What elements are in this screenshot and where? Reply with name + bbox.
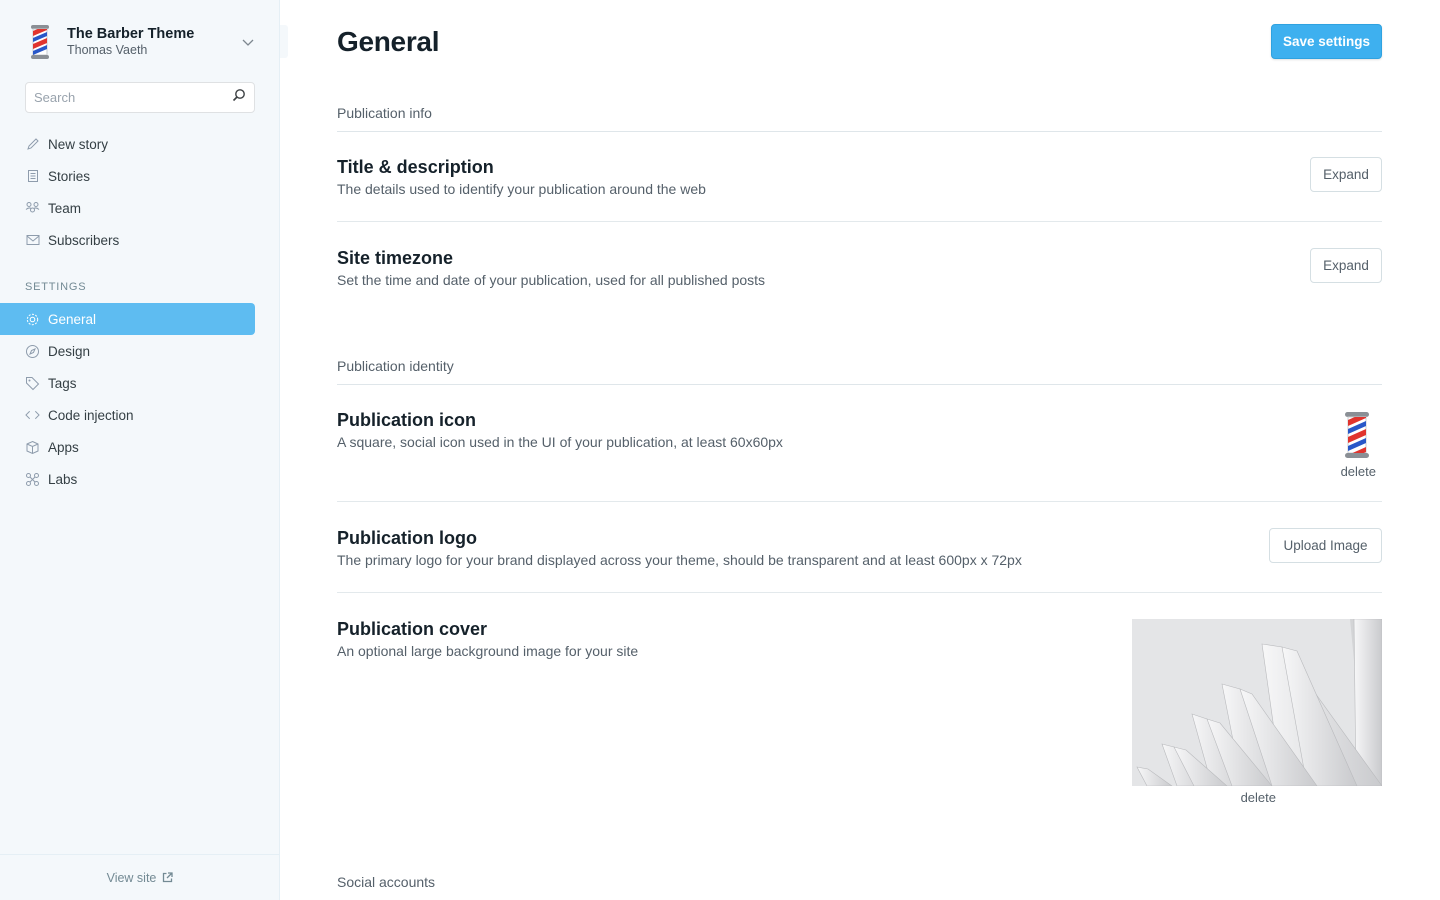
nav-item-subscribers[interactable]: Subscribers	[0, 224, 255, 256]
setting-title: Publication logo	[337, 528, 477, 548]
document-icon	[25, 169, 40, 184]
nav-label: Design	[48, 343, 91, 359]
search-box[interactable]	[25, 82, 255, 113]
publication-icon-image[interactable]	[1341, 411, 1373, 461]
search-input[interactable]	[34, 90, 232, 105]
gear-icon	[25, 312, 40, 327]
cover-image[interactable]	[1132, 619, 1382, 786]
setting-description: Set the time and date of your publicatio…	[337, 272, 766, 288]
setting-publication-logo: Publication logo The primary logo for yo…	[337, 528, 1382, 593]
user-name: Thomas Vaeth	[67, 43, 148, 57]
setting-title: Title & description	[337, 157, 494, 177]
compass-icon	[25, 344, 40, 359]
nav-item-apps[interactable]: Apps	[0, 431, 255, 463]
save-settings-button[interactable]: Save settings	[1271, 24, 1382, 59]
mail-icon	[25, 233, 40, 248]
nav-item-new-story[interactable]: New story	[0, 128, 255, 160]
sidebar-tab-stub	[280, 25, 288, 58]
nav-item-team[interactable]: Team	[0, 192, 255, 224]
box-icon	[25, 440, 40, 455]
nav-label: New story	[48, 136, 109, 152]
search-icon[interactable]	[232, 88, 246, 107]
setting-description: The details used to identify your public…	[337, 181, 706, 197]
view-site-link[interactable]: View site	[0, 854, 280, 900]
section-social-accounts: Social accounts	[337, 874, 1382, 900]
view-site-label: View site	[106, 870, 157, 885]
nav-item-design[interactable]: Design	[0, 335, 255, 367]
section-publication-info: Publication info	[337, 105, 1382, 132]
nav-label: Code injection	[48, 407, 134, 423]
nav-item-code-injection[interactable]: Code injection	[0, 399, 255, 431]
nav-label: Team	[48, 200, 82, 216]
pencil-icon	[25, 137, 40, 152]
nav-label: Labs	[48, 471, 78, 487]
main-nav: New story Stories Team Subscribers	[0, 128, 280, 256]
nav-item-general[interactable]: General	[0, 303, 255, 335]
expand-title-button[interactable]: Expand	[1310, 157, 1382, 192]
setting-title: Publication icon	[337, 410, 477, 430]
nav-label: Apps	[48, 439, 79, 455]
publication-title: The Barber Theme	[67, 26, 195, 42]
settings-nav: General Design Tags Code injection Apps …	[0, 303, 280, 495]
nav-label: Subscribers	[48, 232, 120, 248]
setting-timezone: Site timezone Set the time and date of y…	[337, 248, 1382, 308]
nav-item-labs[interactable]: Labs	[0, 463, 255, 495]
chevron-down-icon[interactable]	[241, 35, 255, 49]
code-icon	[25, 408, 40, 423]
setting-description: A square, social icon used in the UI of …	[337, 434, 783, 450]
team-icon	[25, 201, 40, 216]
nav-label: General	[48, 311, 97, 327]
settings-section-label: SETTINGS	[25, 281, 87, 293]
setting-title: Site timezone	[337, 248, 454, 268]
nav-item-tags[interactable]: Tags	[0, 367, 255, 399]
page-title: General	[337, 26, 440, 57]
delete-icon-link[interactable]: delete	[1341, 464, 1376, 479]
setting-description: An optional large background image for y…	[337, 643, 639, 659]
delete-cover-link[interactable]: delete	[1241, 790, 1276, 805]
section-publication-identity: Publication identity	[337, 358, 1382, 385]
expand-timezone-button[interactable]: Expand	[1310, 248, 1382, 283]
setting-title-description: Title & description The details used to …	[337, 157, 1382, 222]
nav-label: Stories	[48, 168, 91, 184]
main-content: General Save settings Publication info T…	[337, 0, 1382, 900]
setting-title: Publication cover	[337, 619, 488, 639]
external-link-icon	[162, 872, 174, 883]
barber-pole-icon	[25, 24, 57, 60]
tag-icon	[25, 376, 40, 391]
publication-switcher[interactable]: The Barber Theme Thomas Vaeth	[25, 22, 255, 62]
nav-item-stories[interactable]: Stories	[0, 160, 255, 192]
nav-label: Tags	[48, 375, 77, 391]
setting-publication-icon: Publication icon A square, social icon u…	[337, 410, 1382, 502]
sidebar: The Barber Theme Thomas Vaeth New story …	[0, 0, 280, 900]
upload-logo-button[interactable]: Upload Image	[1269, 528, 1382, 563]
setting-description: The primary logo for your brand displaye…	[337, 552, 1022, 568]
labs-icon	[25, 472, 40, 487]
